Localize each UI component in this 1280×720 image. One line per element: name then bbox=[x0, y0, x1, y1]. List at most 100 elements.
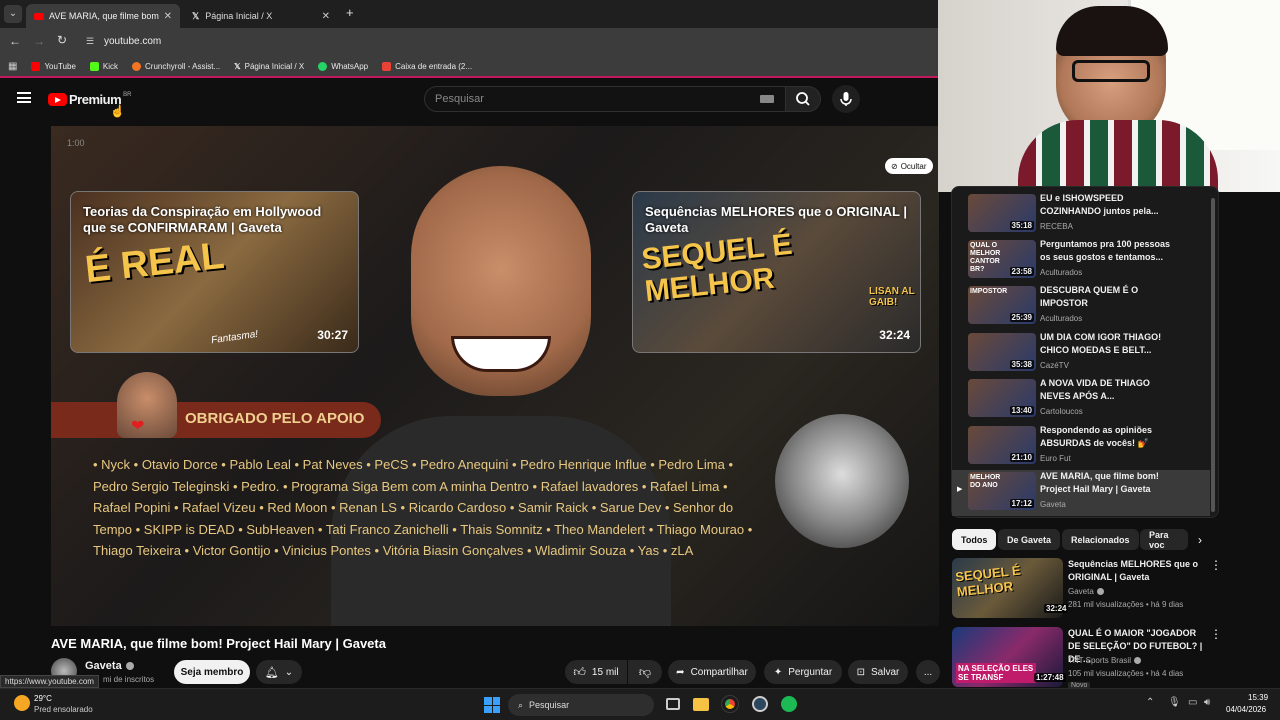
recommended-video[interactable]: NA SELEÇÃO ELES SE TRANSF 1:27:48 QUAL É… bbox=[952, 627, 1222, 689]
chip-related[interactable]: Relacionados bbox=[1062, 529, 1139, 550]
bell-icon: 🔔︎ bbox=[264, 666, 279, 679]
bookmark-gmail[interactable]: Caixa de entrada (2... bbox=[382, 61, 472, 71]
clock-time[interactable]: 15:39 bbox=[1248, 693, 1268, 702]
playlist-item[interactable]: 35:38 UM DIA COM IGOR THIAGO! CHICO MOEDA… bbox=[952, 331, 1210, 377]
bookmark-icon: ⊡ bbox=[856, 666, 866, 678]
supporters-list: • Nyck • Otavio Dorce • Pablo Leal • Pat… bbox=[93, 457, 753, 558]
browser-tab-active[interactable]: AVE MARIA, que filme bom! Pr ✕ bbox=[26, 4, 180, 28]
close-tab-icon[interactable]: ✕ bbox=[322, 11, 330, 22]
windows-start-icon[interactable] bbox=[484, 697, 500, 713]
bookmark-crunchyroll[interactable]: Crunchyroll - Assist... bbox=[132, 61, 220, 71]
playlist-item[interactable]: QUAL O MELHOR CANTOR BR? 23:58 Perguntamos… bbox=[952, 238, 1210, 284]
notifications-button[interactable]: 🔔︎ ⌄ bbox=[256, 660, 302, 684]
microphone-icon bbox=[840, 92, 852, 106]
video-duration: 25:39 bbox=[1009, 313, 1034, 322]
site-info-icon[interactable]: ☰ bbox=[86, 36, 94, 47]
network-icon[interactable]: ▭ bbox=[1188, 697, 1197, 708]
channel-name: RECEBA bbox=[1040, 222, 1073, 231]
volume-icon[interactable]: 🔊︎ bbox=[1204, 697, 1210, 708]
close-tab-icon[interactable]: ✕ bbox=[164, 11, 172, 22]
thumb-text: SEQUEL É MELHOR bbox=[639, 227, 794, 309]
video-title: AVE MARIA, que filme bom! Project Hail M… bbox=[51, 636, 386, 651]
now-playing-icon: ▶ bbox=[957, 486, 963, 493]
sparkle-icon: ✦ bbox=[773, 666, 783, 678]
thumb-text: Fantasma! bbox=[210, 328, 259, 347]
microphone-icon[interactable]: 🎙︎ bbox=[1168, 697, 1181, 708]
tab-list-button[interactable]: ⌄ bbox=[4, 5, 22, 23]
chevron-up-icon[interactable]: ⌃ bbox=[1146, 697, 1154, 708]
channel-avatar-endcard[interactable] bbox=[775, 414, 909, 548]
thumbs-down-icon: 👎︎ bbox=[638, 664, 652, 679]
taskbar-search[interactable]: ⌕ Pesquisar bbox=[508, 694, 654, 716]
share-button[interactable]: ➦ Compartilhar bbox=[668, 660, 756, 684]
video-title: UM DIA COM IGOR THIAGO! CHICO MOEDAS E B… bbox=[1040, 332, 1162, 355]
steam-icon[interactable] bbox=[752, 696, 768, 712]
menu-icon[interactable] bbox=[17, 92, 31, 103]
new-tab-button[interactable]: + bbox=[346, 5, 354, 20]
playlist-item[interactable]: 13:40 A NOVA VIDA DE THIAGO NEVES APÓS A.… bbox=[952, 377, 1210, 423]
streamer-glasses bbox=[1072, 60, 1150, 82]
join-button[interactable]: Seja membro bbox=[174, 660, 250, 684]
more-actions-button[interactable]: ... bbox=[916, 660, 940, 684]
video-duration: 35:18 bbox=[1009, 221, 1034, 230]
recommended-video[interactable]: SEQUEL É MELHOR 32:24 Sequências MELHORE… bbox=[952, 558, 1222, 618]
video-thumbnail: QUAL O MELHOR CANTOR BR? 23:58 bbox=[968, 240, 1036, 278]
weather-icon[interactable] bbox=[14, 695, 30, 711]
reload-icon[interactable]: ↻ bbox=[57, 33, 67, 47]
playlist-item-current[interactable]: ▶ MELHOR DO ANO 17:12 AVE MARIA, que filme … bbox=[952, 470, 1210, 516]
endcard-title: Teorias da Conspiração em Hollywood que … bbox=[83, 204, 322, 235]
search-input[interactable]: Pesquisar bbox=[424, 86, 786, 112]
chip-from-gaveta[interactable]: De Gaveta bbox=[998, 529, 1061, 550]
playlist-item[interactable]: 21:10 Respondendo as opiniões ABSURDAS de… bbox=[952, 424, 1210, 470]
more-options-icon[interactable]: ⋮ bbox=[1210, 558, 1222, 572]
thumb-text: QUAL O MELHOR CANTOR BR? bbox=[970, 242, 1001, 273]
playlist-scrollbar[interactable] bbox=[1211, 198, 1215, 512]
ask-button[interactable]: ✦ Perguntar bbox=[764, 660, 842, 684]
bookmark-whatsapp[interactable]: WhatsApp bbox=[318, 61, 368, 71]
file-explorer-icon[interactable] bbox=[693, 698, 709, 711]
video-title: Respondendo as opiniões ABSURDAS de você… bbox=[1040, 425, 1153, 448]
like-button[interactable]: 👍︎ 15 mil bbox=[565, 660, 627, 684]
video-title: Sequências MELHORES que o ORIGINAL | Gav… bbox=[1068, 559, 1199, 582]
back-icon[interactable]: ← bbox=[9, 34, 21, 48]
chrome-icon[interactable] bbox=[721, 695, 739, 713]
chip-all[interactable]: Todos bbox=[952, 529, 997, 550]
bookmark-kick[interactable]: Kick bbox=[89, 61, 118, 71]
hide-endcards-button[interactable]: ⊘ Ocultar bbox=[885, 158, 933, 174]
channel-name: Euro Fut bbox=[1040, 454, 1071, 463]
endcard-video-1[interactable]: É REAL Fantasma! Teorias da Conspiração … bbox=[70, 191, 359, 353]
save-button[interactable]: ⊡ Salvar bbox=[848, 660, 908, 684]
keyboard-icon[interactable] bbox=[760, 95, 774, 103]
video-thumbnail: 21:10 bbox=[968, 426, 1036, 464]
endcard-video-2[interactable]: SEQUEL É MELHOR LISAN AL GAIB! Sequência… bbox=[632, 191, 921, 353]
search-button[interactable] bbox=[785, 86, 821, 112]
playlist-item[interactable]: 35:18 EU e ISHOWSPEED COZINHANDO juntos p… bbox=[952, 192, 1210, 238]
spotify-icon[interactable] bbox=[781, 696, 797, 712]
bookmark-x[interactable]: 𝕏 Página Inicial / X bbox=[234, 62, 304, 71]
bookmark-youtube[interactable]: YouTube bbox=[31, 61, 76, 71]
verified-icon bbox=[125, 662, 134, 670]
status-url: https://www.youtube.com bbox=[0, 675, 99, 688]
video-duration: 35:38 bbox=[1009, 360, 1034, 369]
streamer-shirt bbox=[1018, 120, 1218, 192]
kick-icon bbox=[89, 61, 99, 71]
apps-icon[interactable]: ▦ bbox=[8, 61, 17, 72]
more-options-icon[interactable]: ⋮ bbox=[1210, 627, 1222, 641]
task-view-icon[interactable] bbox=[666, 698, 680, 710]
forward-icon[interactable]: → bbox=[33, 34, 45, 48]
url-field[interactable]: youtube.com bbox=[104, 36, 161, 47]
playlist-item[interactable]: IMPOSTOR 25:39 DESCUBRA QUEM É O IMPOSTOR A… bbox=[952, 284, 1210, 330]
clock-date[interactable]: 04/04/2026 bbox=[1226, 705, 1266, 714]
voice-search-button[interactable] bbox=[832, 85, 860, 113]
video-thumbnail: MELHOR DO ANO 17:12 bbox=[968, 472, 1036, 510]
chip-for-you[interactable]: Para voc bbox=[1140, 529, 1188, 550]
tab-title: AVE MARIA, que filme bom! Pr bbox=[49, 11, 159, 21]
channel-name[interactable]: Gaveta bbox=[85, 660, 134, 672]
chevron-right-icon[interactable]: › bbox=[1198, 533, 1202, 547]
video-thumbnail: 13:40 bbox=[968, 379, 1036, 417]
browser-tab[interactable]: 𝕏 Página Inicial / X ✕ bbox=[184, 4, 338, 28]
video-player[interactable]: 1:00 É REAL Fantasma! Teorias da Conspir… bbox=[51, 126, 939, 626]
share-icon: ➦ bbox=[676, 666, 685, 678]
channel-name: TNT Sports Brasil bbox=[1068, 656, 1141, 665]
dislike-button[interactable]: 👎︎ bbox=[628, 660, 662, 684]
